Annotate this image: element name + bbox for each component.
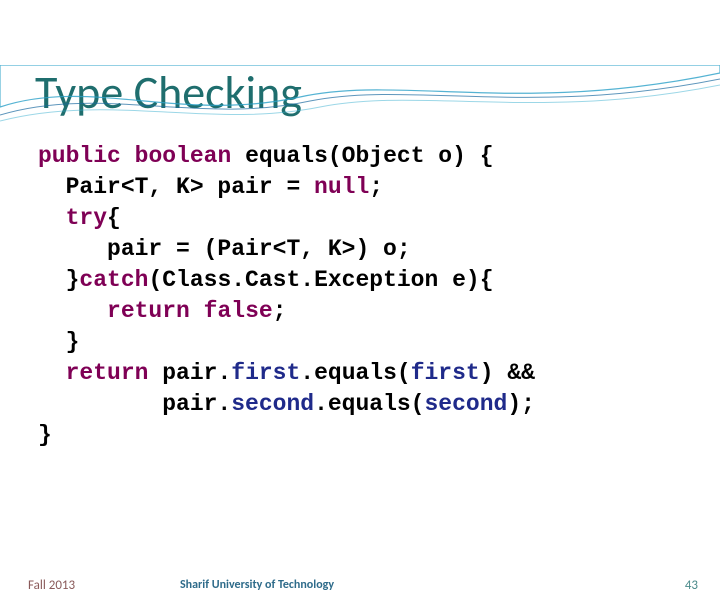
kw-false: false: [204, 298, 273, 324]
kw-return-2: return: [66, 360, 149, 386]
kw-boolean: boolean: [135, 143, 232, 169]
slide-title: Type Checking: [35, 65, 720, 121]
code-line-9: pair.second.equals(second);: [38, 389, 720, 420]
code-line-3: try{: [38, 203, 720, 234]
kw-catch: catch: [79, 267, 148, 293]
var-first-1: first: [231, 360, 300, 386]
footer: Fall 2013 Sharif University of Technolog…: [0, 578, 720, 593]
code-line-1: public boolean equals(Object o) {: [38, 141, 720, 172]
code-line-7: }: [38, 327, 720, 358]
kw-public: public: [38, 143, 121, 169]
var-first-2: first: [411, 360, 480, 386]
footer-page: 43: [685, 578, 698, 593]
code-line-8: return pair.first.equals(first) &&: [38, 358, 720, 389]
footer-term: Fall 2013: [28, 578, 75, 593]
code-block: public boolean equals(Object o) { Pair<T…: [38, 141, 720, 451]
footer-org: Sharif University of Technology: [180, 578, 334, 592]
kw-null: null: [314, 174, 369, 200]
code-line-4: pair = (Pair<T, K>) o;: [38, 234, 720, 265]
var-second-2: second: [424, 391, 507, 417]
code-line-6: return false;: [38, 296, 720, 327]
var-second-1: second: [231, 391, 314, 417]
code-line-2: Pair<T, K> pair = null;: [38, 172, 720, 203]
code-line-10: }: [38, 420, 720, 451]
code-line-5: }catch(Class.Cast.Exception e){: [38, 265, 720, 296]
kw-try: try: [66, 205, 107, 231]
kw-return-1: return: [107, 298, 190, 324]
